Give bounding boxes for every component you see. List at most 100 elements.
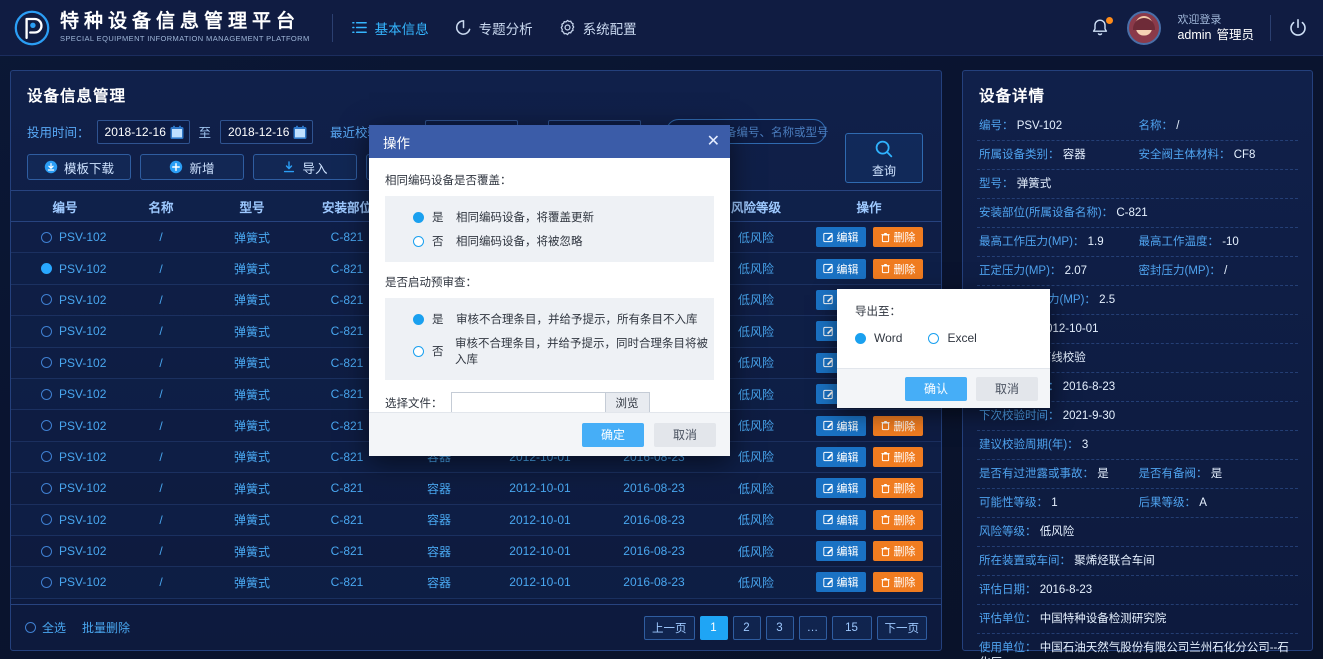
row-select-radio[interactable]	[41, 325, 52, 337]
radio-icon[interactable]	[413, 313, 424, 325]
use-time-from-input[interactable]: 2018-12-16	[96, 119, 190, 144]
radio-icon[interactable]	[855, 332, 866, 344]
row-select-radio[interactable]	[41, 357, 52, 369]
table-row[interactable]: PSV-102 / 弹簧式 C-821 容器 2012-10-01 2016-08-23 低风…	[11, 504, 941, 536]
detail-field-label: 下次校验时间：	[979, 410, 1060, 422]
pagination-item[interactable]: 15	[831, 615, 872, 640]
header-divider-2	[1270, 15, 1271, 41]
close-icon[interactable]: ✕	[707, 133, 720, 150]
nav-label-basic-info: 基本信息	[374, 21, 429, 37]
calendar-icon[interactable]	[292, 124, 308, 141]
edit-button[interactable]: 编辑	[815, 572, 866, 593]
browse-button[interactable]: 浏览	[605, 392, 650, 414]
export-confirm-button[interactable]: 确认	[905, 376, 967, 401]
overwrite-option-no[interactable]: 否 相同编码设备，将被忽略	[385, 229, 714, 253]
delete-button[interactable]: 删除	[872, 415, 923, 436]
edit-icon	[822, 326, 833, 336]
export-option-excel[interactable]: Excel	[928, 331, 977, 345]
import-button[interactable]: 导入	[253, 154, 357, 180]
edit-button[interactable]: 编辑	[815, 415, 866, 436]
radio-icon[interactable]	[928, 332, 940, 344]
file-path-input[interactable]	[450, 392, 606, 414]
radio-icon[interactable]	[413, 211, 424, 223]
table-row[interactable]: PSV-102 / 弹簧式 C-821 容器 2012-10-01 2016-08-23 低风…	[11, 567, 941, 599]
prereview-option-yes[interactable]: 是 审核不合理条目，并给予提示，所有条目不入库	[385, 307, 714, 331]
user-role: 管理员	[1216, 28, 1254, 42]
cell-actions: 编辑删除	[799, 572, 939, 593]
row-select-radio[interactable]	[41, 451, 52, 463]
avatar[interactable]	[1127, 11, 1162, 45]
detail-field: 是否有过泄露或事故： 是	[979, 467, 1139, 482]
nav-item-basic-info[interactable]: 基本信息	[351, 18, 429, 38]
pagination-item[interactable]: 上一页	[644, 615, 695, 640]
select-all-radio[interactable]	[25, 622, 36, 633]
table-row[interactable]: PSV-102 / 弹簧式 C-821 容器 2012-10-01 2016-08-23 低风…	[11, 473, 941, 505]
delete-button[interactable]: 删除	[872, 258, 923, 279]
radio-icon[interactable]	[413, 345, 424, 357]
row-select-radio[interactable]	[41, 420, 52, 432]
batch-delete-button[interactable]: 批量删除	[82, 619, 130, 636]
edit-button[interactable]: 编辑	[815, 478, 866, 499]
table-row[interactable]: PSV-102 / 弹簧式 C-821 容器 2012-10-01 2016-08-23 低风…	[11, 536, 941, 568]
export-cancel-button[interactable]: 取消	[976, 376, 1038, 401]
detail-field-label: 安全阀主体材料：	[1138, 149, 1231, 161]
template-download-button[interactable]: 模板下载	[27, 154, 131, 180]
edit-button[interactable]: 编辑	[815, 509, 866, 530]
export-option-word[interactable]: Word	[855, 331, 902, 345]
delete-button[interactable]: 删除	[872, 541, 923, 562]
cell-check-time: 2016-08-23	[623, 512, 685, 527]
delete-button[interactable]: 删除	[872, 509, 923, 530]
pagination-item[interactable]: …	[798, 615, 827, 640]
delete-button[interactable]: 删除	[872, 227, 923, 248]
operation-cancel-button[interactable]: 取消	[654, 422, 716, 447]
detail-field: 密封压力(MP)： /	[1139, 264, 1299, 279]
pagination-item[interactable]: 2	[732, 615, 761, 640]
logout-button[interactable]	[1287, 17, 1309, 39]
row-select-radio[interactable]	[41, 514, 52, 526]
query-button[interactable]: 查询	[845, 133, 923, 183]
pagination-item[interactable]: 3	[765, 615, 794, 640]
nav-item-analysis[interactable]: 专题分析	[455, 18, 533, 38]
cell-actions: 编辑删除	[799, 227, 939, 248]
detail-field-value: 1	[1048, 497, 1058, 509]
edit-button[interactable]: 编辑	[815, 446, 866, 467]
detail-row: 最高工作压力(MP)： 1.9 最高工作温度： -10	[977, 228, 1298, 257]
select-all-control[interactable]: 全选	[25, 619, 66, 636]
use-time-to-input[interactable]: 2018-12-16	[220, 119, 314, 144]
edit-icon	[822, 577, 833, 588]
operation-confirm-button[interactable]: 确定	[582, 422, 644, 447]
delete-button[interactable]: 删除	[872, 478, 923, 499]
operation-dialog-header: 操作 ✕	[369, 125, 730, 158]
cell-code-text: PSV-102	[59, 481, 107, 496]
prereview-option-no[interactable]: 否 审核不合理条目，并给予提示，同时合理条目将被入库	[385, 331, 714, 371]
row-select-radio[interactable]	[41, 482, 52, 494]
row-select-radio[interactable]	[41, 263, 52, 275]
detail-row: 型号： 弹簧式	[977, 170, 1298, 199]
pagination-item[interactable]: 1	[699, 615, 728, 640]
row-select-radio[interactable]	[41, 294, 52, 306]
calendar-icon[interactable]	[169, 124, 185, 141]
row-select-radio[interactable]	[41, 576, 52, 588]
detail-field: 安装部位(所属设备名称)： C-821	[979, 206, 1298, 221]
edit-button[interactable]: 编辑	[815, 258, 866, 279]
cell-name: /	[159, 512, 163, 527]
pagination-item[interactable]: 下一页	[876, 615, 927, 640]
cell-use-time: 2012-10-01	[509, 481, 571, 496]
radio-icon[interactable]	[413, 235, 424, 247]
delete-button[interactable]: 删除	[872, 446, 923, 467]
notification-button[interactable]	[1089, 17, 1114, 39]
overwrite-option-yes[interactable]: 是 相同编码设备，将覆盖更新	[385, 205, 714, 229]
delete-button[interactable]: 删除	[872, 572, 923, 593]
nav-item-system-config[interactable]: 系统配置	[559, 18, 637, 38]
add-button[interactable]: 新增	[140, 154, 244, 180]
edit-button[interactable]: 编辑	[815, 227, 866, 248]
row-select-radio[interactable]	[41, 545, 52, 557]
cell-actions: 编辑删除	[799, 478, 939, 499]
nav-label-system-config: 系统配置	[582, 21, 637, 37]
cell-code: PSV-102	[11, 356, 119, 370]
row-select-radio[interactable]	[41, 231, 52, 243]
row-select-radio[interactable]	[41, 388, 52, 400]
brand-text: 特种设备信息管理平台 SPECIAL EQUIPMENT INFORMATION…	[60, 11, 310, 45]
edit-button[interactable]: 编辑	[815, 541, 866, 562]
detail-field-value: 弹簧式	[1013, 178, 1052, 190]
